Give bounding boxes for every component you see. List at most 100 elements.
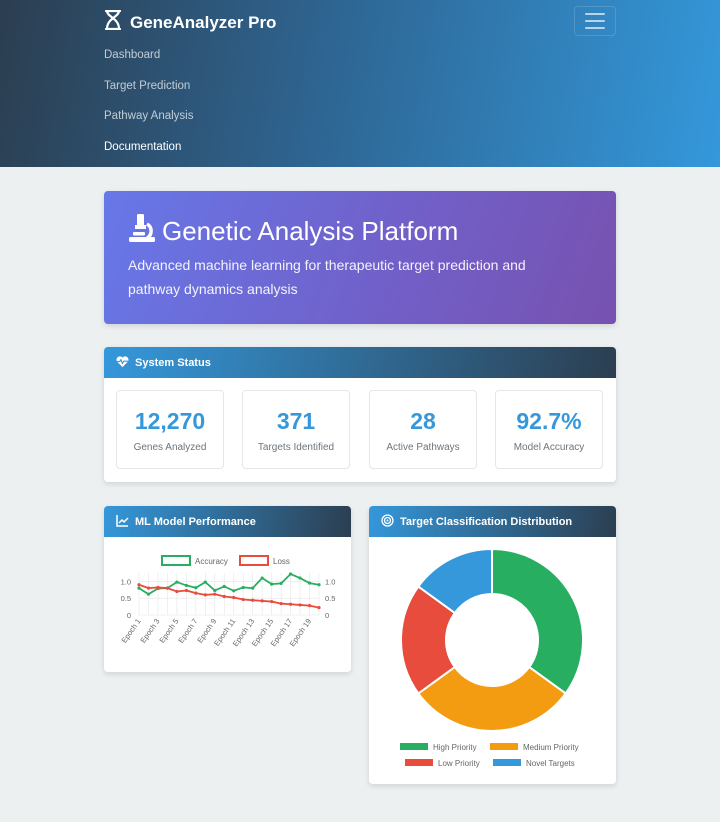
hero-heading: Genetic Analysis Platform [128,213,458,250]
legend-swatch [490,743,518,750]
card-header: Target Classification Distribution [369,506,616,537]
data-point [146,592,151,596]
card-title: System Status [135,356,211,369]
data-point [137,586,141,590]
data-point [165,586,170,590]
data-point [213,588,217,593]
data-point [288,572,293,576]
stat-label: Targets Identified [257,442,335,453]
stat-value: 92.7% [516,408,582,434]
data-point [307,581,312,585]
dna-icon [104,9,122,35]
data-point [222,594,226,599]
data-point [203,580,207,584]
card-title: ML Model Performance [135,515,256,528]
stat-value: 12,270 [134,408,206,434]
ml-performance-card: ML Model Performance 1.0 0.5 0 1.0 0.5 0 Epoch… [104,506,351,672]
classification-doughnut-chart: High Priority Medium Priority Low Priority… [400,547,584,768]
data-point [222,584,226,589]
system-status-card: System Status 12,270 Genes Analyzed 371 … [104,347,616,482]
y-tick-label: 0 [127,611,131,620]
legend-swatch [239,555,269,566]
hero-title: Genetic Analysis Platform [162,216,459,246]
data-point [270,599,274,604]
nav-link-pathway-analysis[interactable]: Pathway Analysis [104,105,194,136]
brand[interactable]: GeneAnalyzer Pro [104,9,277,35]
stat-genes-analyzed: 12,270 Genes Analyzed [116,390,224,469]
hero-banner: Genetic Analysis Platform Advanced machi… [104,191,616,324]
data-point [298,603,302,607]
data-point [288,602,293,606]
legend-label: Loss [273,557,290,566]
stat-active-pathways: 28 Active Pathways [369,390,477,469]
data-point [184,583,188,588]
data-point [241,585,245,590]
data-point [194,591,198,595]
data-point [137,583,141,587]
target-classification-card: Target Classification Distribution High … [369,506,616,784]
stat-label: Model Accuracy [513,442,585,453]
data-point [298,576,302,580]
y2-tick-label: 0 [325,611,329,620]
performance-line-chart: 1.00.501.00.50Epoch 1Epoch 3Epoch 5Epoch… [119,555,335,648]
menu-toggle-button[interactable] [574,6,616,36]
data-point [232,595,236,600]
data-point [232,589,236,593]
data-point [279,581,283,586]
data-point [213,592,217,596]
legend-swatch [405,759,433,766]
microscope-icon [128,213,156,250]
legend-label: Novel Targets [526,759,575,768]
stat-label: Genes Analyzed [133,442,207,453]
data-point [175,589,179,594]
legend-label: Medium Priority [523,743,579,752]
data-point [241,597,245,602]
legend-swatch [161,555,191,566]
brand-name: GeneAnalyzer Pro [130,12,277,32]
data-point [317,606,321,610]
y2-tick-label: 1.0 [325,577,335,586]
legend-label: Accuracy [195,557,228,566]
hero-subtitle: Advanced machine learning for therapeuti… [128,257,526,297]
slice-high-priority [491,547,584,695]
data-point [260,576,264,580]
data-point [203,593,207,597]
stat-model-accuracy: 92.7% Model Accuracy [495,390,603,469]
legend-swatch [493,759,521,766]
data-point [279,601,283,606]
legend-swatch [400,743,428,750]
series-line-accuracy [138,572,320,596]
stat-targets-identified: 371 Targets Identified [242,390,350,469]
data-point [146,586,151,590]
heartbeat-icon [116,355,129,371]
card-header: System Status [104,347,616,378]
nav-link-dashboard[interactable]: Dashboard [104,44,194,75]
data-point [251,586,255,590]
data-point [307,603,312,608]
hamburger-icon [585,13,605,15]
data-point [317,583,321,587]
legend-label: High Priority [433,743,477,752]
data-point [184,588,188,593]
card-title: Target Classification Distribution [400,515,573,528]
legend-label: Low Priority [438,759,480,768]
bullseye-icon [381,513,394,530]
data-point [156,585,160,590]
nav-link-target-prediction[interactable]: Target Prediction [104,75,194,106]
nav-link-documentation[interactable]: Documentation [104,136,194,167]
y-tick-label: 0.5 [121,594,131,603]
navbar: GeneAnalyzer Pro Dashboard Target Predic… [0,0,720,167]
data-point [194,586,198,590]
card-header: ML Model Performance [104,506,351,537]
data-point [175,580,179,584]
stat-label: Active Pathways [386,442,460,453]
data-point [260,599,264,603]
y2-tick-label: 0.5 [325,594,335,603]
y-tick-label: 1.0 [121,577,131,586]
stat-value: 28 [410,408,436,434]
chart-line-icon [116,514,129,530]
nav-menu: Dashboard Target Prediction Pathway Anal… [104,44,194,166]
stat-value: 371 [276,408,316,434]
data-point [270,582,274,586]
data-point [251,598,255,602]
